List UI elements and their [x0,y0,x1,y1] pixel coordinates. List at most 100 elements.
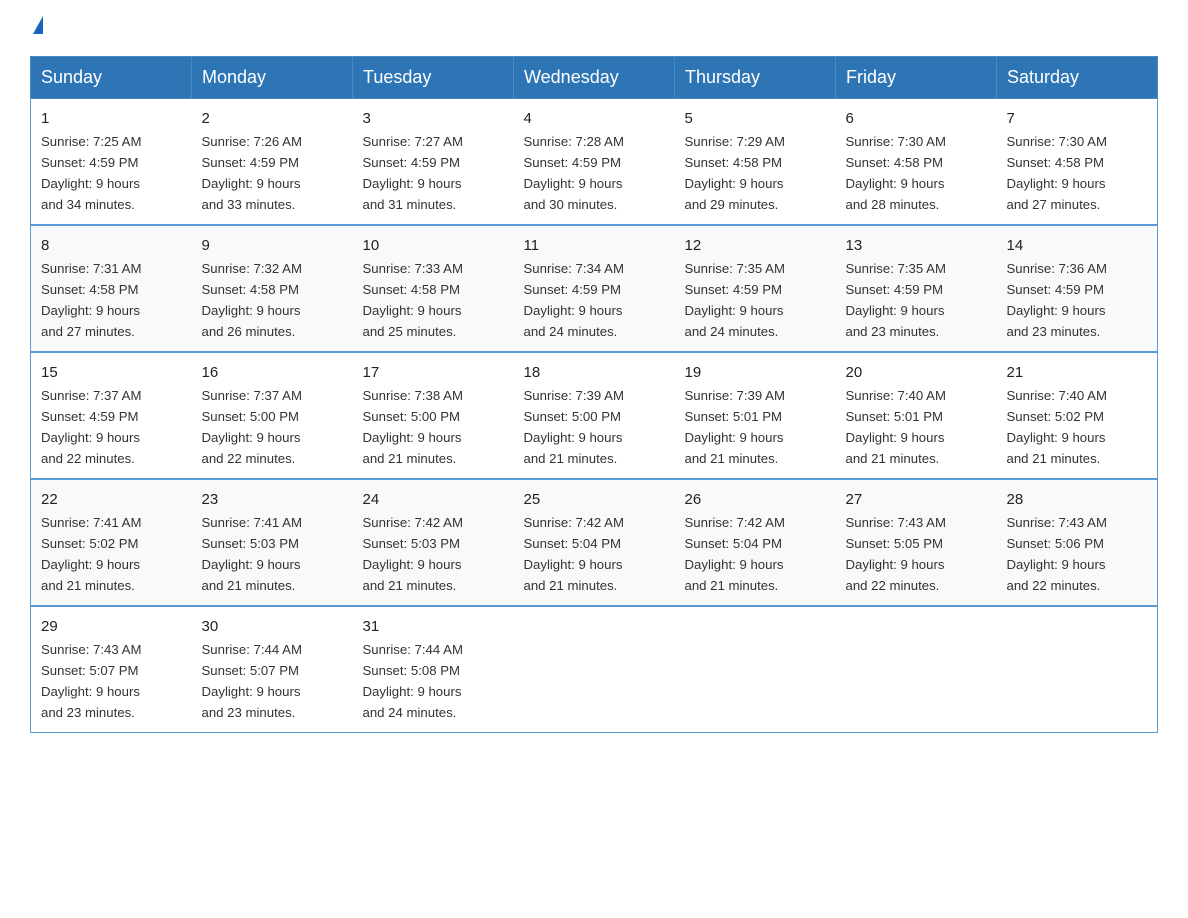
calendar-cell: 7 Sunrise: 7:30 AMSunset: 4:58 PMDayligh… [997,99,1158,225]
calendar-cell [514,606,675,732]
day-number: 15 [41,361,182,384]
page-header [30,20,1158,38]
day-info: Sunrise: 7:34 AMSunset: 4:59 PMDaylight:… [524,261,624,339]
calendar-cell: 14 Sunrise: 7:36 AMSunset: 4:59 PMDaylig… [997,225,1158,352]
calendar-cell [997,606,1158,732]
day-info: Sunrise: 7:25 AMSunset: 4:59 PMDaylight:… [41,134,141,212]
day-info: Sunrise: 7:44 AMSunset: 5:08 PMDaylight:… [363,642,463,720]
day-info: Sunrise: 7:28 AMSunset: 4:59 PMDaylight:… [524,134,624,212]
header-tuesday: Tuesday [353,57,514,99]
day-number: 10 [363,234,504,257]
day-number: 27 [846,488,987,511]
calendar-cell: 21 Sunrise: 7:40 AMSunset: 5:02 PMDaylig… [997,352,1158,479]
calendar-cell: 18 Sunrise: 7:39 AMSunset: 5:00 PMDaylig… [514,352,675,479]
calendar-cell: 4 Sunrise: 7:28 AMSunset: 4:59 PMDayligh… [514,99,675,225]
calendar-cell: 6 Sunrise: 7:30 AMSunset: 4:58 PMDayligh… [836,99,997,225]
day-info: Sunrise: 7:43 AMSunset: 5:06 PMDaylight:… [1007,515,1107,593]
week-row-5: 29 Sunrise: 7:43 AMSunset: 5:07 PMDaylig… [31,606,1158,732]
day-info: Sunrise: 7:41 AMSunset: 5:03 PMDaylight:… [202,515,302,593]
calendar-table: SundayMondayTuesdayWednesdayThursdayFrid… [30,56,1158,733]
calendar-cell: 3 Sunrise: 7:27 AMSunset: 4:59 PMDayligh… [353,99,514,225]
header-friday: Friday [836,57,997,99]
calendar-cell: 25 Sunrise: 7:42 AMSunset: 5:04 PMDaylig… [514,479,675,606]
day-info: Sunrise: 7:37 AMSunset: 4:59 PMDaylight:… [41,388,141,466]
calendar-cell: 24 Sunrise: 7:42 AMSunset: 5:03 PMDaylig… [353,479,514,606]
day-number: 28 [1007,488,1148,511]
day-number: 3 [363,107,504,130]
day-number: 4 [524,107,665,130]
header-monday: Monday [192,57,353,99]
day-number: 24 [363,488,504,511]
header-thursday: Thursday [675,57,836,99]
day-info: Sunrise: 7:43 AMSunset: 5:05 PMDaylight:… [846,515,946,593]
calendar-cell: 2 Sunrise: 7:26 AMSunset: 4:59 PMDayligh… [192,99,353,225]
calendar-cell: 10 Sunrise: 7:33 AMSunset: 4:58 PMDaylig… [353,225,514,352]
day-number: 14 [1007,234,1148,257]
day-info: Sunrise: 7:44 AMSunset: 5:07 PMDaylight:… [202,642,302,720]
calendar-cell: 15 Sunrise: 7:37 AMSunset: 4:59 PMDaylig… [31,352,192,479]
day-number: 2 [202,107,343,130]
calendar-cell: 17 Sunrise: 7:38 AMSunset: 5:00 PMDaylig… [353,352,514,479]
day-info: Sunrise: 7:35 AMSunset: 4:59 PMDaylight:… [846,261,946,339]
day-number: 31 [363,615,504,638]
day-info: Sunrise: 7:42 AMSunset: 5:04 PMDaylight:… [685,515,785,593]
header-saturday: Saturday [997,57,1158,99]
day-info: Sunrise: 7:27 AMSunset: 4:59 PMDaylight:… [363,134,463,212]
day-info: Sunrise: 7:30 AMSunset: 4:58 PMDaylight:… [846,134,946,212]
calendar-cell: 16 Sunrise: 7:37 AMSunset: 5:00 PMDaylig… [192,352,353,479]
calendar-cell: 12 Sunrise: 7:35 AMSunset: 4:59 PMDaylig… [675,225,836,352]
calendar-cell: 22 Sunrise: 7:41 AMSunset: 5:02 PMDaylig… [31,479,192,606]
day-number: 13 [846,234,987,257]
day-number: 9 [202,234,343,257]
day-number: 19 [685,361,826,384]
logo [30,20,43,38]
day-info: Sunrise: 7:26 AMSunset: 4:59 PMDaylight:… [202,134,302,212]
day-info: Sunrise: 7:33 AMSunset: 4:58 PMDaylight:… [363,261,463,339]
day-info: Sunrise: 7:41 AMSunset: 5:02 PMDaylight:… [41,515,141,593]
day-number: 23 [202,488,343,511]
week-row-3: 15 Sunrise: 7:37 AMSunset: 4:59 PMDaylig… [31,352,1158,479]
calendar-cell [675,606,836,732]
day-number: 1 [41,107,182,130]
day-number: 20 [846,361,987,384]
week-row-2: 8 Sunrise: 7:31 AMSunset: 4:58 PMDayligh… [31,225,1158,352]
calendar-cell: 8 Sunrise: 7:31 AMSunset: 4:58 PMDayligh… [31,225,192,352]
day-number: 18 [524,361,665,384]
calendar-cell: 9 Sunrise: 7:32 AMSunset: 4:58 PMDayligh… [192,225,353,352]
day-number: 12 [685,234,826,257]
calendar-cell: 28 Sunrise: 7:43 AMSunset: 5:06 PMDaylig… [997,479,1158,606]
calendar-cell: 23 Sunrise: 7:41 AMSunset: 5:03 PMDaylig… [192,479,353,606]
calendar-cell: 31 Sunrise: 7:44 AMSunset: 5:08 PMDaylig… [353,606,514,732]
day-info: Sunrise: 7:37 AMSunset: 5:00 PMDaylight:… [202,388,302,466]
calendar-cell: 1 Sunrise: 7:25 AMSunset: 4:59 PMDayligh… [31,99,192,225]
day-info: Sunrise: 7:29 AMSunset: 4:58 PMDaylight:… [685,134,785,212]
day-number: 6 [846,107,987,130]
day-number: 29 [41,615,182,638]
day-number: 26 [685,488,826,511]
header-row: SundayMondayTuesdayWednesdayThursdayFrid… [31,57,1158,99]
day-info: Sunrise: 7:40 AMSunset: 5:02 PMDaylight:… [1007,388,1107,466]
calendar-cell: 5 Sunrise: 7:29 AMSunset: 4:58 PMDayligh… [675,99,836,225]
calendar-cell: 26 Sunrise: 7:42 AMSunset: 5:04 PMDaylig… [675,479,836,606]
day-info: Sunrise: 7:38 AMSunset: 5:00 PMDaylight:… [363,388,463,466]
day-number: 16 [202,361,343,384]
logo-triangle-icon [33,16,43,34]
day-info: Sunrise: 7:42 AMSunset: 5:04 PMDaylight:… [524,515,624,593]
day-info: Sunrise: 7:36 AMSunset: 4:59 PMDaylight:… [1007,261,1107,339]
day-number: 11 [524,234,665,257]
header-wednesday: Wednesday [514,57,675,99]
day-number: 8 [41,234,182,257]
calendar-cell: 19 Sunrise: 7:39 AMSunset: 5:01 PMDaylig… [675,352,836,479]
day-info: Sunrise: 7:43 AMSunset: 5:07 PMDaylight:… [41,642,141,720]
calendar-cell: 27 Sunrise: 7:43 AMSunset: 5:05 PMDaylig… [836,479,997,606]
day-number: 22 [41,488,182,511]
day-info: Sunrise: 7:30 AMSunset: 4:58 PMDaylight:… [1007,134,1107,212]
day-number: 21 [1007,361,1148,384]
week-row-4: 22 Sunrise: 7:41 AMSunset: 5:02 PMDaylig… [31,479,1158,606]
day-info: Sunrise: 7:35 AMSunset: 4:59 PMDaylight:… [685,261,785,339]
week-row-1: 1 Sunrise: 7:25 AMSunset: 4:59 PMDayligh… [31,99,1158,225]
day-info: Sunrise: 7:40 AMSunset: 5:01 PMDaylight:… [846,388,946,466]
day-number: 7 [1007,107,1148,130]
header-sunday: Sunday [31,57,192,99]
day-info: Sunrise: 7:31 AMSunset: 4:58 PMDaylight:… [41,261,141,339]
